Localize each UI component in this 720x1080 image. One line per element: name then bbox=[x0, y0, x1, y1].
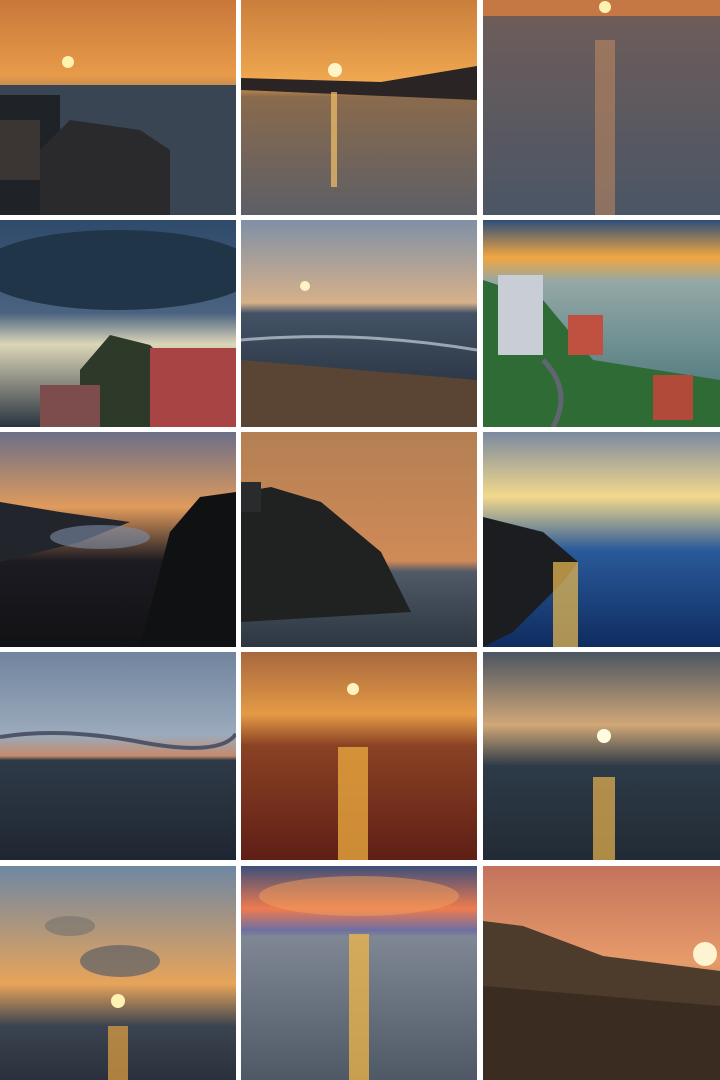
photo-tile-14[interactable] bbox=[241, 866, 477, 1080]
photo-tile-12[interactable] bbox=[483, 652, 720, 860]
photo-tile-11[interactable] bbox=[241, 652, 477, 860]
photo-tile-7[interactable] bbox=[0, 432, 236, 647]
photo-tile-2[interactable] bbox=[241, 0, 477, 215]
photo-tile-8[interactable] bbox=[241, 432, 477, 647]
photo-tile-10[interactable] bbox=[0, 652, 236, 860]
photo-grid bbox=[0, 0, 720, 1080]
photo-tile-3[interactable] bbox=[483, 0, 720, 215]
photo-tile-15[interactable] bbox=[483, 866, 720, 1080]
photo-tile-4[interactable] bbox=[0, 220, 236, 427]
photo-tile-13[interactable] bbox=[0, 866, 236, 1080]
photo-tile-5[interactable] bbox=[241, 220, 477, 427]
photo-tile-9[interactable] bbox=[483, 432, 720, 647]
photo-tile-1[interactable] bbox=[0, 0, 236, 215]
photo-tile-6[interactable] bbox=[483, 220, 720, 427]
